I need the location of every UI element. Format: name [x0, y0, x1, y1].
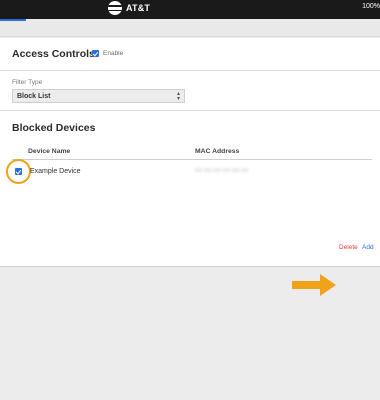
row-checkbox[interactable]: [15, 168, 22, 175]
status-bar: AT&T 100%: [0, 0, 380, 19]
table-header-divider: [12, 159, 372, 160]
access-controls-title: Access Controls: [12, 48, 95, 60]
settings-card: Access Controls Enable Filter Type Block…: [0, 38, 380, 296]
mac-address-cell: 00:00:00:00:00:00: [195, 168, 249, 174]
filter-type-select[interactable]: Block List ▴ ▾: [12, 89, 185, 103]
enable-checkbox[interactable]: [92, 50, 99, 57]
divider: [0, 70, 380, 71]
enable-toggle[interactable]: Enable: [92, 50, 123, 57]
att-globe-icon: [108, 1, 122, 15]
divider: [0, 110, 380, 111]
delete-button[interactable]: Delete: [339, 244, 358, 251]
att-logo: AT&T: [108, 1, 150, 15]
tab-strip: [0, 21, 380, 37]
column-header-mac-address: MAC Address: [195, 148, 240, 155]
filter-type-label: Filter Type: [12, 79, 43, 86]
pointer-arrow-icon: [292, 274, 336, 296]
column-header-device-name: Device Name: [28, 148, 71, 155]
select-arrows-icon: ▴ ▾: [176, 91, 180, 102]
add-button[interactable]: Add: [362, 244, 374, 251]
filter-type-value: Block List: [17, 92, 51, 100]
battery-percent: 100%: [362, 3, 380, 10]
brand-name: AT&T: [126, 3, 151, 13]
device-name-cell: Example Device: [30, 168, 81, 175]
enable-label: Enable: [103, 50, 124, 57]
blocked-devices-title: Blocked Devices: [12, 122, 96, 134]
